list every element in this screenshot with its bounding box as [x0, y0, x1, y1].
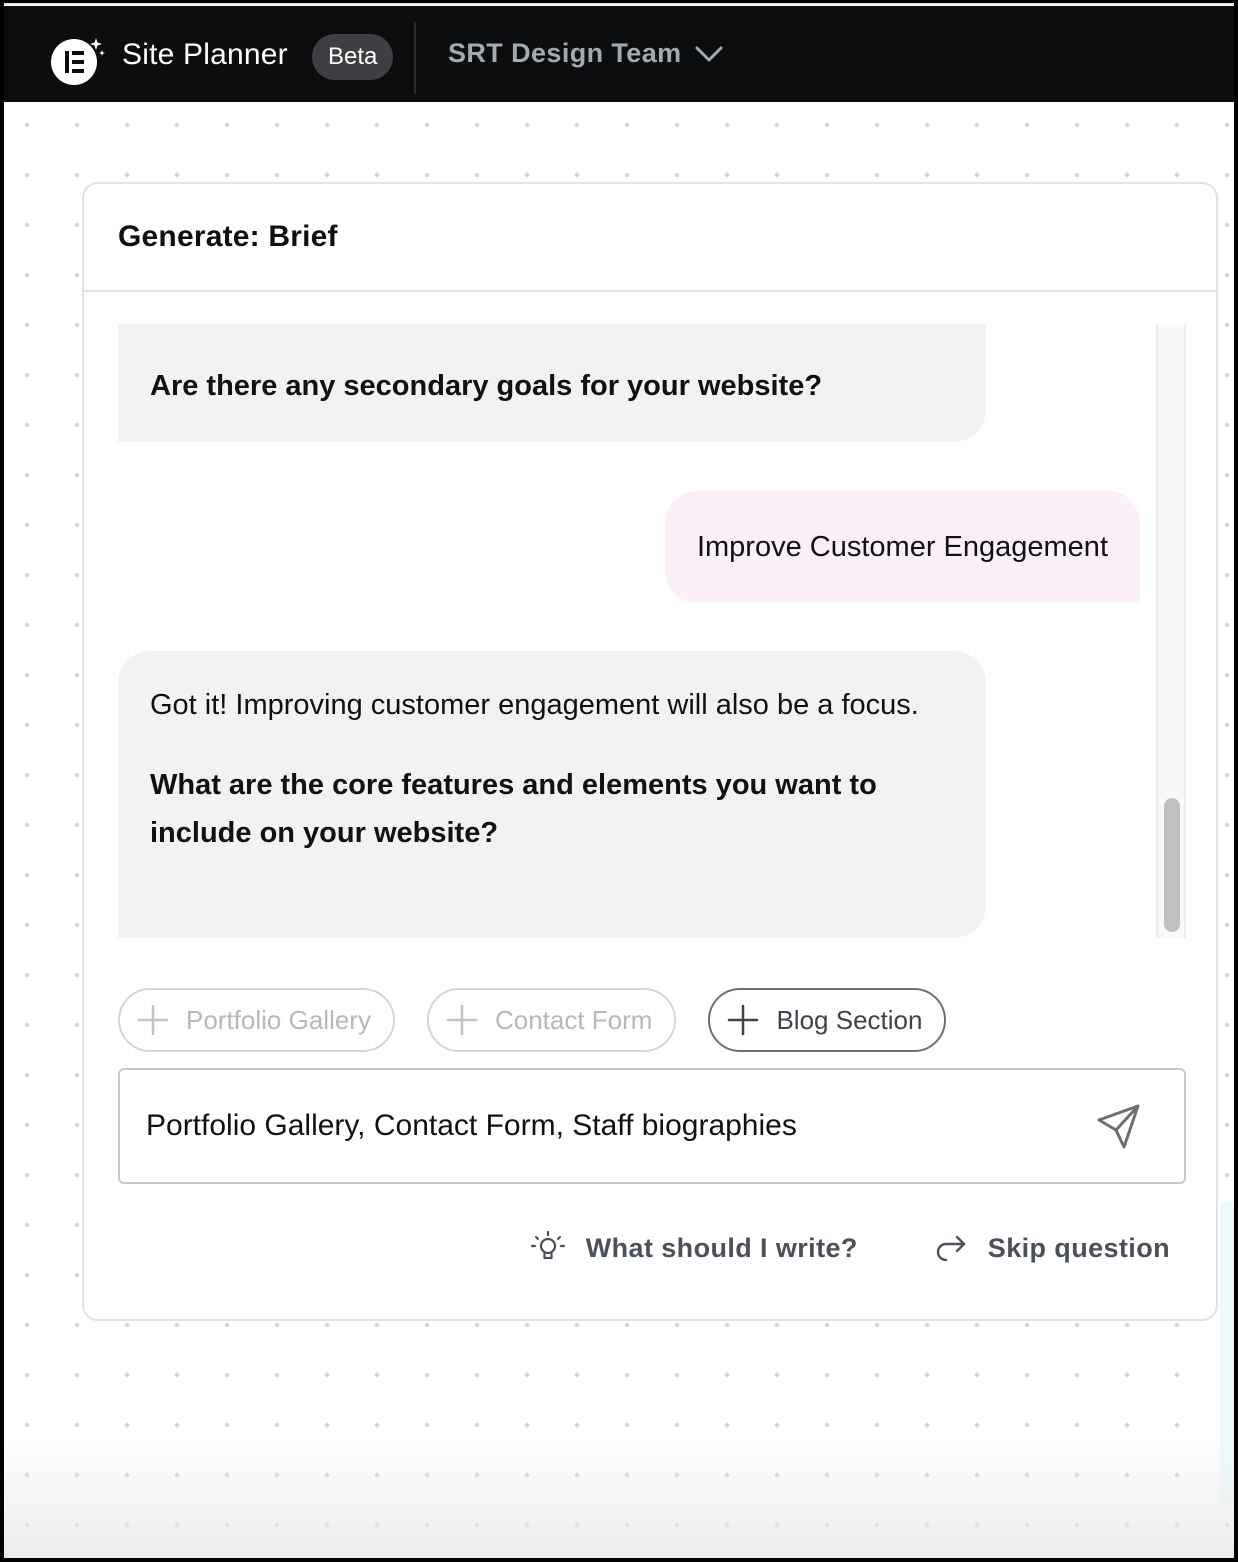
assistant-message: Are there any secondary goals for your w…	[118, 324, 986, 442]
header-divider	[414, 22, 416, 94]
card-header: Generate: Brief	[84, 184, 1216, 292]
suggestion-chips: Portfolio Gallery Contact Form Blog Sect…	[118, 988, 947, 1052]
assistant-text: Got it! Improving customer engagement wi…	[150, 689, 919, 721]
chevron-down-icon	[695, 46, 723, 61]
send-button[interactable]	[1094, 1102, 1144, 1152]
chat-thread[interactable]: Are there any secondary goals for your w…	[118, 324, 1158, 938]
card-title: Generate: Brief	[118, 220, 338, 253]
footer-actions: What should I write? Skip question	[530, 1230, 1170, 1266]
chat-scrollbar[interactable]	[1156, 324, 1186, 938]
brief-generator-card: Generate: Brief Are there any secondary …	[82, 182, 1218, 1321]
chip-label: Contact Form	[494, 1004, 653, 1035]
skip-question-button[interactable]: Skip question	[934, 1233, 1170, 1264]
suggestion-chip-blog-section[interactable]: Blog Section	[708, 988, 947, 1052]
app-frame: Site Planner Beta SRT Design Team Genera…	[4, 4, 1234, 1558]
forward-arrow-icon	[936, 1235, 965, 1262]
assistant-question: What are the core features and elements …	[150, 769, 877, 849]
plus-icon	[728, 1004, 759, 1036]
canvas-fade	[4, 1438, 1234, 1558]
chip-label: Portfolio Gallery	[186, 1004, 371, 1035]
plus-icon	[137, 1004, 169, 1036]
message-input-box	[118, 1068, 1186, 1184]
chip-label: Blog Section	[776, 1004, 923, 1035]
beta-badge: Beta	[312, 34, 394, 80]
assistant-question: Are there any secondary goals for your w…	[150, 370, 823, 402]
plus-icon	[446, 1004, 478, 1036]
window-top-edge	[0, 0, 1238, 5]
team-selector-label: SRT Design Team	[448, 38, 682, 68]
elementor-ai-logo-icon[interactable]	[50, 36, 105, 85]
assistant-message: Got it! Improving customer engagement wi…	[118, 651, 986, 938]
app-title: Site Planner	[122, 38, 288, 71]
top-bar: Site Planner Beta SRT Design Team	[4, 6, 1234, 102]
message-input[interactable]	[146, 1070, 1066, 1182]
suggestion-chip-contact-form[interactable]: Contact Form	[426, 988, 677, 1052]
hint-label: What should I write?	[585, 1232, 858, 1263]
team-selector[interactable]: SRT Design Team	[448, 38, 724, 69]
suggestion-chip-portfolio-gallery[interactable]: Portfolio Gallery	[118, 988, 395, 1052]
lightbulb-icon	[530, 1230, 565, 1260]
user-message: Improve Customer Engagement	[664, 491, 1140, 603]
scrollbar-thumb[interactable]	[1164, 798, 1180, 932]
what-should-i-write-button[interactable]: What should I write?	[530, 1230, 858, 1266]
send-icon	[1097, 1104, 1140, 1149]
skip-label: Skip question	[987, 1232, 1170, 1263]
